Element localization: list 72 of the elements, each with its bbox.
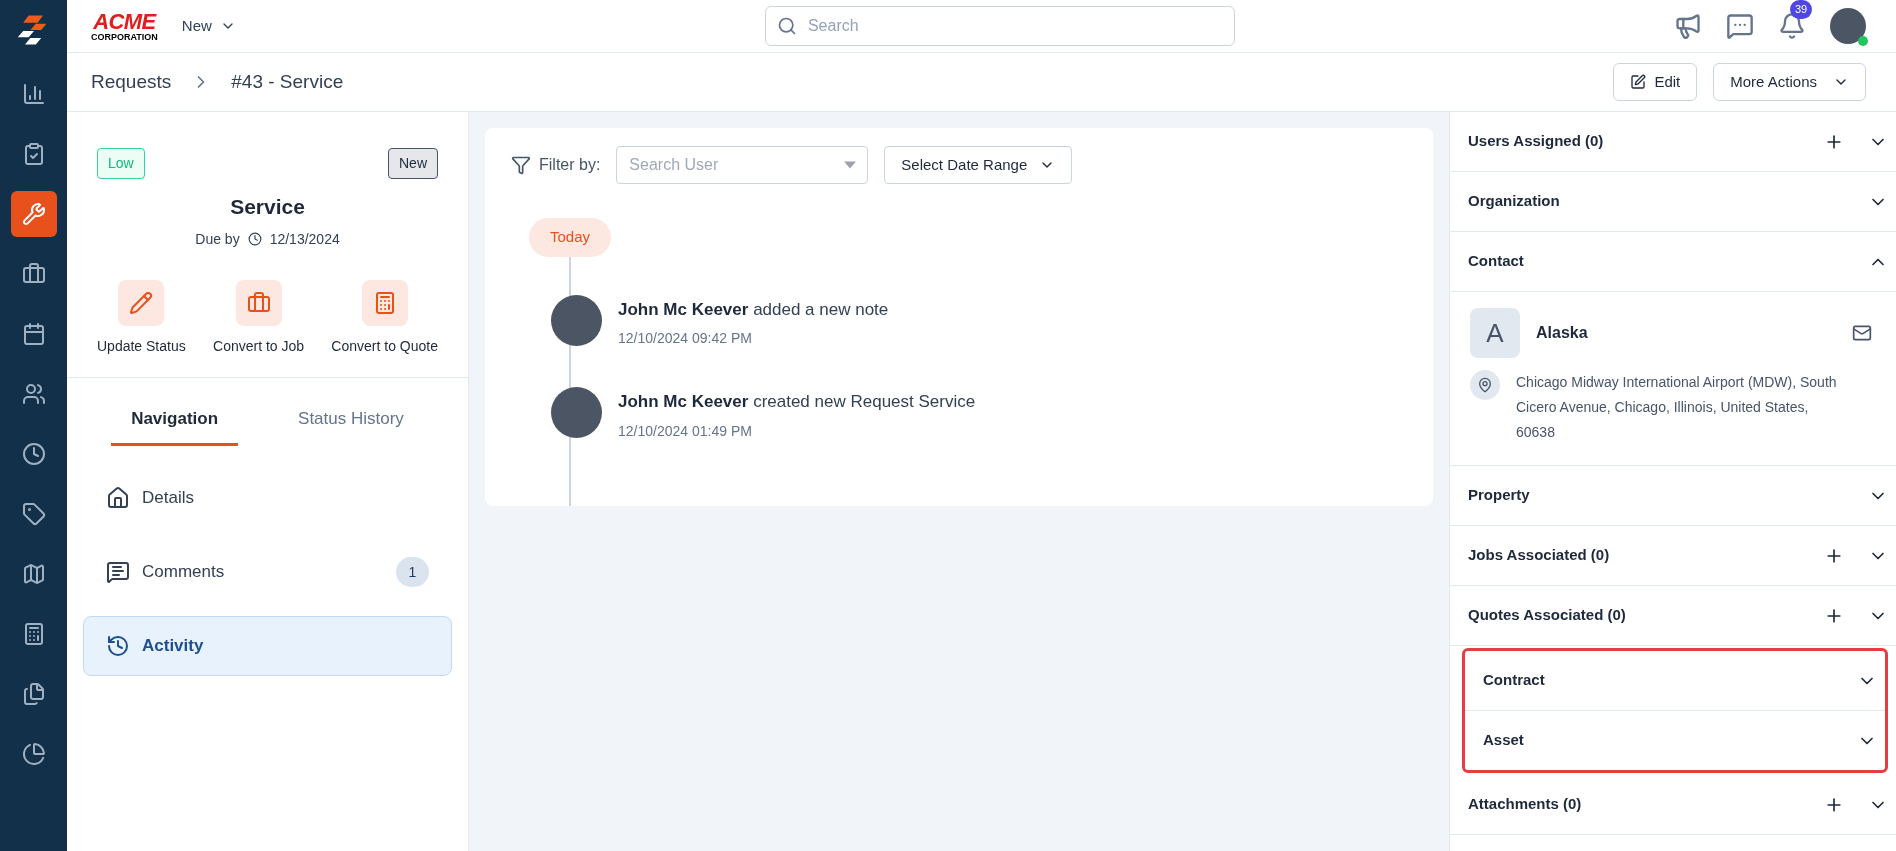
due-date: 12/13/2024	[269, 229, 340, 249]
search-icon	[776, 16, 797, 36]
new-menu[interactable]: New	[181, 14, 236, 38]
action-button[interactable]: Convert to Job	[213, 279, 305, 357]
due-label: Due by	[195, 229, 240, 249]
section-header[interactable]: Organization	[1450, 172, 1896, 231]
logo-subtitle: CORPORATION	[91, 32, 158, 42]
user-avatar	[551, 387, 602, 438]
comment-count: 1	[396, 557, 429, 587]
action-button[interactable]: Update Status	[97, 279, 186, 357]
notification-count: 39	[1790, 0, 1813, 19]
chat-icon[interactable]	[1726, 12, 1754, 40]
nav-item[interactable]: Activity	[83, 616, 452, 676]
filter-icon	[511, 155, 531, 175]
user-avatar	[551, 294, 602, 346]
section-title: Quotes Associated (0)	[1468, 605, 1627, 626]
activity-text: John Mc Keever created new Request Service	[618, 391, 976, 413]
tab[interactable]: Navigation	[111, 405, 239, 446]
clock-icon	[247, 232, 262, 246]
status-badge: New	[388, 148, 438, 179]
section-title: Users Assigned (0)	[1468, 131, 1605, 152]
section-header[interactable]: Users Assigned (0)	[1450, 112, 1896, 171]
section-header[interactable]: Contact	[1450, 232, 1896, 291]
section-title: Attachments (0)	[1468, 794, 1583, 815]
message-icon	[106, 560, 130, 584]
user-select[interactable]: Search User	[616, 146, 869, 184]
priority-badge: Low	[97, 148, 145, 179]
section-title: Organization	[1468, 191, 1561, 212]
wrench-icon[interactable]	[10, 191, 57, 237]
activity-time: 12/10/2024 01:49 PM	[618, 421, 753, 441]
user-avatar[interactable]	[1830, 8, 1866, 44]
briefcase-icon	[235, 279, 282, 326]
nav-item[interactable]: Details	[83, 468, 452, 528]
filter-label: Filter by:	[539, 155, 601, 175]
calculator-icon	[361, 279, 408, 326]
section-title: Property	[1468, 485, 1531, 506]
section-header[interactable]: Property	[1450, 466, 1896, 525]
contact-address: Chicago Midway International Airport (MDW), South Cicero Avenue, Chicago, Illinois, United States, 60638	[1516, 373, 1838, 442]
nav-item[interactable]: Comments 1	[83, 542, 452, 602]
megaphone-icon[interactable]	[1674, 12, 1702, 40]
section-header[interactable]: Contract	[1465, 651, 1885, 710]
contact-avatar: A	[1470, 308, 1520, 358]
section-title: Asset	[1483, 730, 1525, 751]
contact-name: Alaska	[1536, 323, 1589, 343]
tab[interactable]: Status History	[278, 405, 424, 446]
edit-icon	[1630, 74, 1647, 90]
section-title: Contact	[1468, 251, 1525, 272]
caret-icon	[844, 161, 857, 169]
section-title: Jobs Associated (0)	[1468, 545, 1611, 566]
section-header[interactable]: Jobs Associated (0)	[1450, 526, 1896, 585]
activity-time: 12/10/2024 09:42 PM	[618, 329, 753, 348]
breadcrumb-link[interactable]: Requests	[91, 67, 172, 97]
day-label: Today	[529, 218, 612, 257]
page-title: #43 - Service	[231, 69, 344, 94]
section-header[interactable]: Asset	[1465, 711, 1885, 770]
section-title: Contract	[1483, 670, 1546, 691]
logo-name: ACME	[93, 10, 156, 33]
pencil-icon	[118, 279, 165, 326]
mail-icon[interactable]	[1852, 323, 1872, 343]
date-range-button[interactable]: Select Date Range	[884, 146, 1073, 184]
bell-icon[interactable]	[1778, 12, 1806, 40]
search-field[interactable]: Search	[764, 6, 1235, 46]
home-icon	[106, 486, 130, 510]
section-header[interactable]: Quotes Associated (0)	[1450, 586, 1896, 645]
edit-button[interactable]: Edit	[1613, 63, 1698, 101]
section-header[interactable]: Attachments (0)	[1450, 775, 1896, 834]
request-title: Service	[229, 194, 306, 220]
activity-text: John Mc Keever added a new note	[618, 298, 889, 321]
action-button[interactable]: Convert to Quote	[331, 279, 438, 357]
location-icon	[1470, 370, 1500, 400]
history-icon	[106, 634, 130, 658]
more-actions-button[interactable]: More Actions	[1713, 63, 1866, 101]
